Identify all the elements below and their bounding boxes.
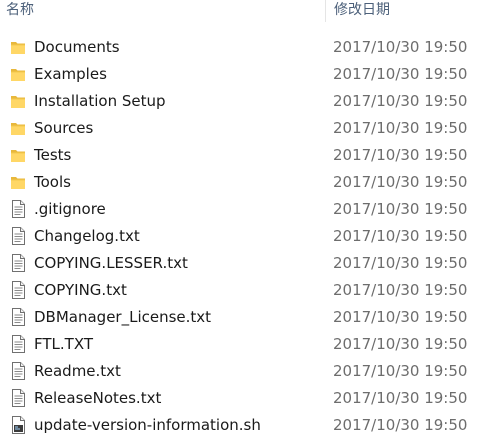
file-name[interactable]: Readme.txt: [34, 358, 121, 385]
file-row[interactable]: Sources 2017/10/30 19:50: [0, 115, 482, 142]
file-row[interactable]: COPYING.LESSER.txt 2017/10/30 19:50: [0, 250, 482, 277]
file-date-modified: 2017/10/30 19:50: [333, 416, 468, 434]
file-name[interactable]: Tools: [34, 169, 71, 196]
file-date-modified: 2017/10/30 19:50: [333, 308, 468, 326]
column-divider[interactable]: [325, 0, 326, 22]
file-date-modified: 2017/10/30 19:50: [333, 254, 468, 272]
column-header-name[interactable]: 名称: [6, 0, 324, 22]
file-date-modified: 2017/10/30 19:50: [333, 200, 468, 218]
file-row[interactable]: Documents 2017/10/30 19:50: [0, 34, 482, 61]
file-date-modified: 2017/10/30 19:50: [333, 146, 468, 164]
file-row[interactable]: Changelog.txt 2017/10/30 19:50: [0, 223, 482, 250]
file-row[interactable]: Examples 2017/10/30 19:50: [0, 61, 482, 88]
file-row[interactable]: ReleaseNotes.txt 2017/10/30 19:50: [0, 385, 482, 412]
shell-script-icon: [10, 416, 26, 434]
folder-icon: [10, 173, 26, 191]
column-header-date-modified[interactable]: 修改日期: [334, 0, 482, 22]
file-name[interactable]: ReleaseNotes.txt: [34, 385, 161, 412]
file-name[interactable]: Installation Setup: [34, 88, 166, 115]
file-date-modified: 2017/10/30 19:50: [333, 362, 468, 380]
text-file-icon: [10, 389, 26, 407]
text-file-icon: [10, 200, 26, 218]
file-name[interactable]: FTL.TXT: [34, 331, 93, 358]
file-date-modified: 2017/10/30 19:50: [333, 119, 468, 137]
file-row[interactable]: DBManager_License.txt 2017/10/30 19:50: [0, 304, 482, 331]
file-date-modified: 2017/10/30 19:50: [333, 65, 468, 83]
folder-icon: [10, 92, 26, 110]
text-file-icon: [10, 227, 26, 245]
file-name[interactable]: Tests: [34, 142, 71, 169]
file-row[interactable]: .gitignore 2017/10/30 19:50: [0, 196, 482, 223]
file-date-modified: 2017/10/30 19:50: [333, 92, 468, 110]
text-file-icon: [10, 308, 26, 326]
file-row[interactable]: Installation Setup 2017/10/30 19:50: [0, 88, 482, 115]
file-row[interactable]: Tests 2017/10/30 19:50: [0, 142, 482, 169]
file-name[interactable]: COPYING.LESSER.txt: [34, 250, 188, 277]
file-date-modified: 2017/10/30 19:50: [333, 335, 468, 353]
folder-icon: [10, 38, 26, 56]
file-name[interactable]: .gitignore: [34, 196, 106, 223]
file-row[interactable]: FTL.TXT 2017/10/30 19:50: [0, 331, 482, 358]
file-row[interactable]: Tools 2017/10/30 19:50: [0, 169, 482, 196]
text-file-icon: [10, 335, 26, 353]
folder-icon: [10, 146, 26, 164]
file-row[interactable]: Readme.txt 2017/10/30 19:50: [0, 358, 482, 385]
file-row[interactable]: update-version-information.sh 2017/10/30 …: [0, 412, 482, 439]
file-name[interactable]: Sources: [34, 115, 93, 142]
file-date-modified: 2017/10/30 19:50: [333, 227, 468, 245]
folder-icon: [10, 119, 26, 137]
file-name[interactable]: Examples: [34, 61, 107, 88]
file-name[interactable]: update-version-information.sh: [34, 412, 261, 439]
text-file-icon: [10, 254, 26, 272]
file-date-modified: 2017/10/30 19:50: [333, 389, 468, 407]
file-date-modified: 2017/10/30 19:50: [333, 281, 468, 299]
text-file-icon: [10, 281, 26, 299]
text-file-icon: [10, 362, 26, 380]
folder-icon: [10, 65, 26, 83]
file-date-modified: 2017/10/30 19:50: [333, 173, 468, 191]
file-name[interactable]: DBManager_License.txt: [34, 304, 211, 331]
file-name[interactable]: COPYING.txt: [34, 277, 127, 304]
column-header-bar: 名称 修改日期: [0, 0, 482, 22]
file-date-modified: 2017/10/30 19:50: [333, 38, 468, 56]
file-list: Documents 2017/10/30 19:50 Examples 2017/10…: [0, 34, 482, 439]
file-name[interactable]: Documents: [34, 34, 120, 61]
file-row[interactable]: COPYING.txt 2017/10/30 19:50: [0, 277, 482, 304]
file-name[interactable]: Changelog.txt: [34, 223, 140, 250]
